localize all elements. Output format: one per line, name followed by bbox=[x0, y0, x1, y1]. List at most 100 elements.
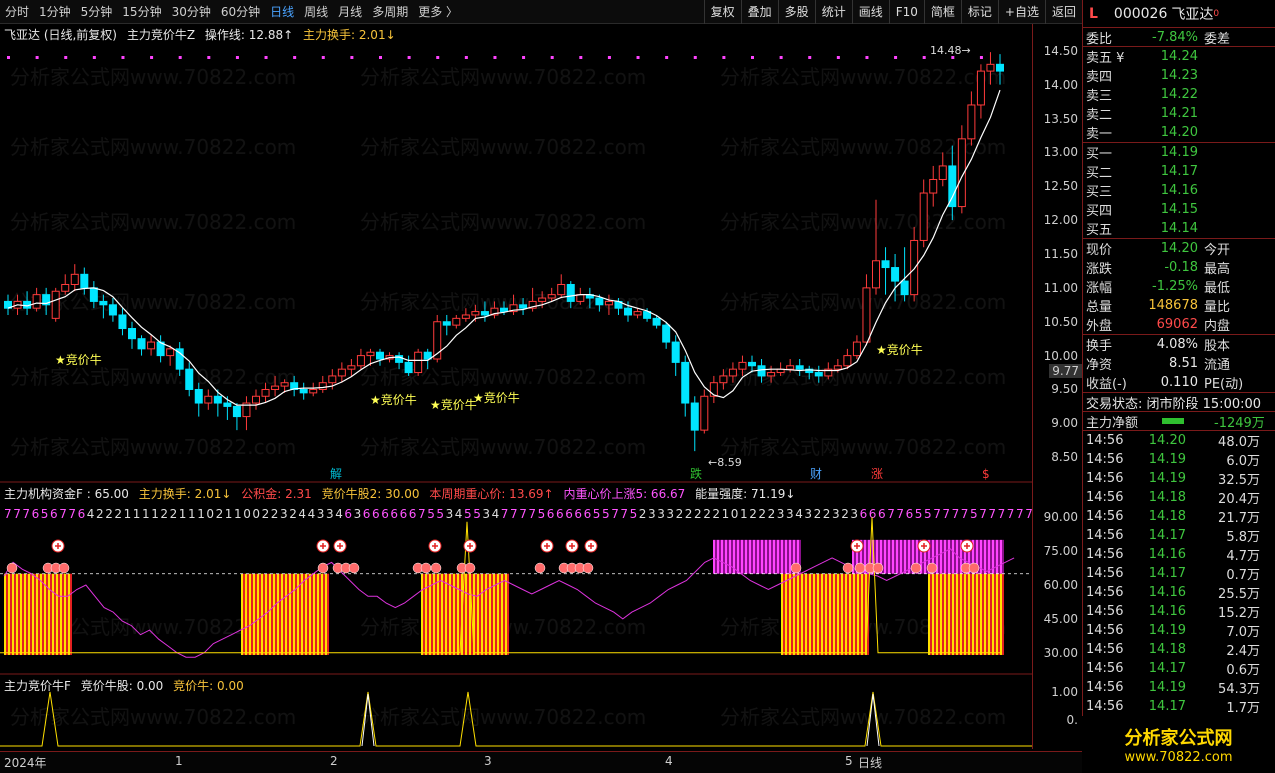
period-tab-2[interactable]: 5分钟 bbox=[76, 0, 118, 24]
stripe-bar bbox=[940, 573, 942, 655]
ask-row-value: 14.21 bbox=[1160, 106, 1198, 121]
period-tab-7[interactable]: 周线 bbox=[299, 0, 333, 24]
mid-digit: 1 bbox=[197, 507, 205, 521]
tick-time: 14:56 bbox=[1086, 452, 1124, 467]
tool-button-7[interactable]: 标记 bbox=[960, 0, 998, 24]
tick-time: 14:56 bbox=[1086, 433, 1124, 448]
mid-digit: 7 bbox=[4, 507, 12, 521]
period-tab-8[interactable]: 月线 bbox=[333, 0, 367, 24]
tool-button-2[interactable]: 多股 bbox=[777, 0, 815, 24]
mid-digit: 6 bbox=[363, 507, 371, 521]
stripe-bar bbox=[293, 573, 295, 655]
stripe-bar bbox=[303, 573, 305, 655]
stripe-bar bbox=[813, 573, 815, 655]
stripe-bar bbox=[50, 573, 52, 655]
stripe-bar bbox=[787, 539, 789, 574]
candle-body bbox=[166, 348, 175, 357]
stats2-list: 换手 4.08% 股本 净资 8.51 流通 收益(-) 0.110 PE(动) bbox=[1083, 335, 1275, 393]
stripe-bar bbox=[285, 573, 287, 655]
stripe-bar bbox=[22, 573, 24, 655]
stripe-bar bbox=[483, 573, 485, 655]
stripe-bar bbox=[986, 573, 988, 655]
bid-list: 买一 14.19 买二 14.17 买三 14.16 买四 14.15 买五 14.14 bbox=[1083, 143, 1275, 239]
stripe-bar bbox=[803, 573, 805, 655]
mid-digit: 2 bbox=[289, 507, 297, 521]
stripe-bar bbox=[503, 573, 505, 655]
stripe-bar bbox=[783, 539, 785, 574]
tool-button-0[interactable]: 复权 bbox=[703, 0, 741, 24]
tool-button-8[interactable]: +自选 bbox=[997, 0, 1045, 24]
stripe-bar bbox=[849, 573, 851, 655]
stripe-bar bbox=[323, 573, 325, 655]
tick-row: 14:56 14.19 54.3万 bbox=[1083, 678, 1275, 697]
tick-row: 14:56 14.18 2.4万 bbox=[1083, 640, 1275, 659]
x-tick-label: 4 bbox=[665, 754, 673, 768]
red-dot-marker bbox=[464, 562, 476, 574]
stripe-bar bbox=[447, 573, 449, 655]
tick-price: 14.18 bbox=[1148, 509, 1186, 524]
stripe-bar bbox=[976, 573, 978, 655]
mid-digit: 7 bbox=[1007, 507, 1015, 521]
stripe-bar bbox=[745, 539, 747, 574]
mid-digit: 6 bbox=[381, 507, 389, 521]
stripe-bar bbox=[968, 573, 970, 655]
period-tab-9[interactable]: 多周期 bbox=[367, 0, 413, 24]
stripe-bar bbox=[30, 573, 32, 655]
period-tab-0[interactable]: 分时 bbox=[0, 0, 34, 24]
stock-name: 飞亚达 bbox=[1171, 6, 1214, 23]
candle-body bbox=[700, 395, 709, 431]
period-tab-5[interactable]: 60分钟 bbox=[216, 0, 265, 24]
period-tab-4[interactable]: 30分钟 bbox=[167, 0, 216, 24]
stripe-bar bbox=[40, 573, 42, 655]
top-dot-mark bbox=[894, 56, 898, 59]
stripe-bar bbox=[984, 573, 986, 655]
tool-button-5[interactable]: F10 bbox=[888, 0, 924, 24]
period-tab-10[interactable]: 更多 〉 bbox=[413, 0, 463, 24]
candle-body bbox=[376, 351, 384, 360]
mid-digit: 7 bbox=[501, 507, 509, 521]
candle-body bbox=[795, 365, 804, 370]
tool-button-6[interactable]: 简框 bbox=[923, 0, 961, 24]
bottom-indicator-title[interactable]: 主力竞价牛F bbox=[4, 679, 71, 693]
period-tab-1[interactable]: 1分钟 bbox=[34, 0, 76, 24]
top-dot-mark bbox=[92, 56, 96, 59]
ask-row-value: 14.20 bbox=[1160, 125, 1198, 140]
tick-volume: 4.7万 bbox=[1226, 549, 1260, 564]
signal-label: ★竞价牛 bbox=[430, 397, 477, 412]
stripe-bar bbox=[497, 573, 499, 655]
period-tab-3[interactable]: 15分钟 bbox=[117, 0, 166, 24]
chart-area[interactable]: 分析家公式网www.70822.com 分析家公式网www.70822.com 分析… bbox=[0, 24, 1033, 749]
stripe-bar bbox=[896, 539, 898, 574]
stripe-bar bbox=[20, 573, 22, 655]
tool-button-4[interactable]: 画线 bbox=[851, 0, 889, 24]
candle-body bbox=[690, 402, 699, 431]
tick-row: 14:56 14.17 0.7万 bbox=[1083, 564, 1275, 583]
stripe-bar bbox=[817, 573, 819, 655]
stripe-bar bbox=[245, 573, 247, 655]
stripe-bar bbox=[423, 573, 425, 655]
mid-indicator-title[interactable]: 主力机构资金F : 65.00 bbox=[4, 487, 129, 501]
tool-button-9[interactable]: 返回 bbox=[1044, 0, 1082, 24]
tool-button-1[interactable]: 叠加 bbox=[740, 0, 778, 24]
stripe-bar bbox=[64, 573, 66, 655]
stripe-bar bbox=[18, 573, 20, 655]
stripe-bar bbox=[904, 539, 906, 574]
period-tab-6[interactable]: 日线 bbox=[265, 0, 299, 24]
tool-button-3[interactable]: 统计 bbox=[814, 0, 852, 24]
kline-chart-svg[interactable]: 分析家公式网www.70822.com 分析家公式网www.70822.com 分析… bbox=[0, 24, 1033, 749]
mid-digit: 6 bbox=[50, 507, 58, 521]
stripe-bar bbox=[259, 573, 261, 655]
stripe-bar bbox=[930, 573, 932, 655]
indicator-name[interactable]: 主力竞价牛Z bbox=[127, 28, 195, 42]
mid-digit: 7 bbox=[887, 507, 895, 521]
top-dot-mark bbox=[264, 56, 268, 59]
stripe-bar bbox=[727, 539, 729, 574]
x-tick-label: 3 bbox=[484, 754, 492, 768]
mid-digit: 5 bbox=[915, 507, 923, 521]
stripe-bar bbox=[485, 573, 487, 655]
tick-time: 14:56 bbox=[1086, 509, 1124, 524]
stat2-row-extra: 股本 bbox=[1204, 339, 1231, 354]
period-toolbar: 分时 1分钟 5分钟 15分钟 30分钟 60分钟 日线 周线 月线 多周期 更多 〉 复权 叠加 多股统… bbox=[0, 0, 1082, 24]
tick-list[interactable]: 14:56 14.20 48.0万 14:56 14.19 6.0万 14:56 14.19 3… bbox=[1083, 431, 1275, 716]
stat2-row: 净资 8.51 流通 bbox=[1083, 354, 1275, 373]
